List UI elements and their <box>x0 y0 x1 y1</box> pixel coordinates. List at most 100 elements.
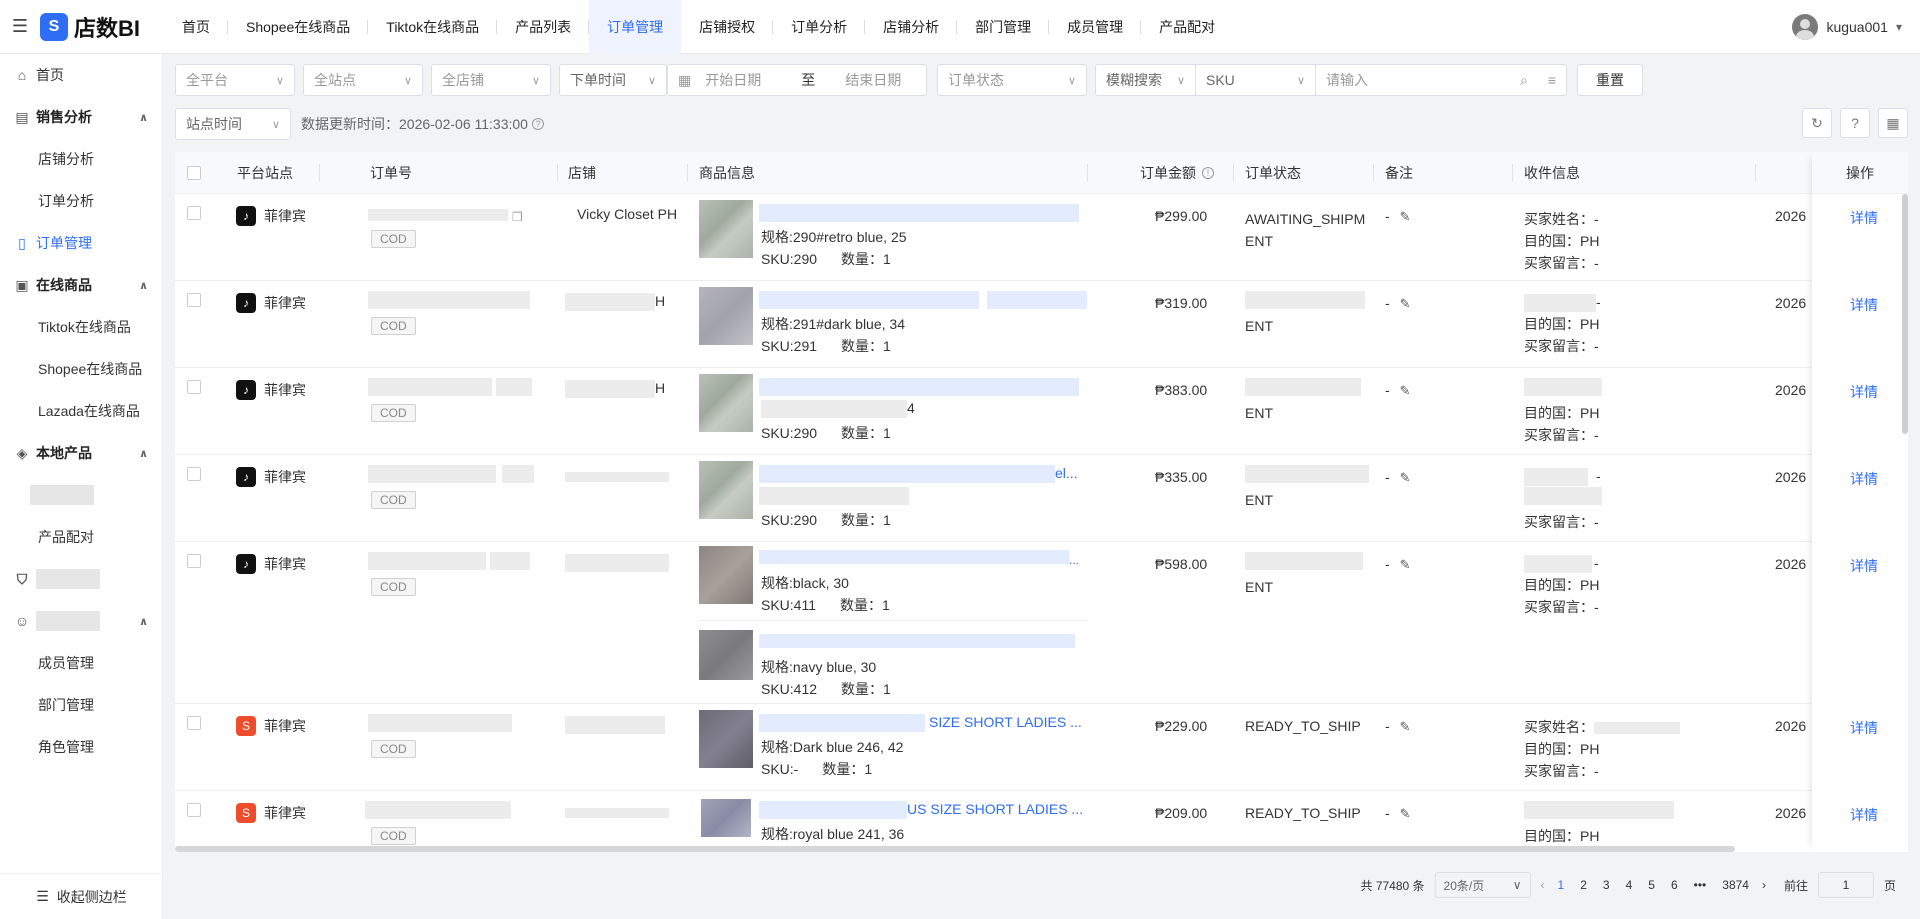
platform-select[interactable]: 全平台 ∨ <box>175 64 295 96</box>
page-2[interactable]: 2 <box>1577 878 1590 892</box>
topnav-shop-analysis[interactable]: 店铺分析 <box>865 0 958 54</box>
page-5[interactable]: 5 <box>1645 878 1658 892</box>
end-date-input[interactable]: 结束日期 <box>845 70 901 90</box>
topnav-product-match[interactable]: 产品配对 <box>1141 0 1233 54</box>
reset-button[interactable]: 重置 <box>1577 64 1643 96</box>
detail-link[interactable]: 详情 <box>1850 469 1878 489</box>
product-title-link[interactable]: SIZE SHORT LADIES ... <box>759 714 1082 733</box>
page-last[interactable]: 3874 <box>1719 878 1752 892</box>
sidebar-item-product-match[interactable]: 产品配对 <box>0 516 162 558</box>
edit-icon[interactable]: ✎ <box>1400 557 1411 572</box>
goto-page-input[interactable]: 1 <box>1817 872 1874 898</box>
topnav-home[interactable]: 首页 <box>164 0 228 54</box>
topnav-product-list[interactable]: 产品列表 <box>497 0 590 54</box>
product-title-link[interactable]: ... <box>759 550 1079 567</box>
edit-icon[interactable]: ✎ <box>1400 296 1411 311</box>
topnav-member-manage[interactable]: 成员管理 <box>1049 0 1142 54</box>
search-icon[interactable]: ⌕ <box>1520 72 1528 89</box>
sidebar-item-home[interactable]: ⌂ 首页 <box>0 54 162 96</box>
product-thumb[interactable] <box>699 630 753 680</box>
topnav-tiktok-online[interactable]: Tiktok在线商品 <box>368 0 497 54</box>
search-mode-select[interactable]: 模糊搜索 ∨ <box>1096 65 1196 95</box>
sidebar-item-role-manage[interactable]: 角色管理 <box>0 726 162 768</box>
product-title-link[interactable]: el... <box>759 465 1078 484</box>
product-thumb[interactable] <box>699 287 753 345</box>
search-field-select[interactable]: SKU ∨ <box>1196 65 1316 95</box>
help-circle-icon[interactable]: ? <box>1840 108 1870 138</box>
row-checkbox[interactable] <box>187 467 201 481</box>
page-3[interactable]: 3 <box>1600 878 1613 892</box>
product-thumb[interactable] <box>699 461 753 519</box>
copy-icon[interactable]: ❐ <box>512 210 523 224</box>
search-input[interactable] <box>1326 72 1506 88</box>
sidebar-item-shop-analysis[interactable]: 店铺分析 <box>0 138 162 180</box>
detail-link[interactable]: 详情 <box>1850 382 1878 402</box>
product-title-link[interactable] <box>759 634 1075 651</box>
topnav-shop-auth[interactable]: 店铺授权 <box>681 0 774 54</box>
columns-icon[interactable]: ▦ <box>1878 108 1908 138</box>
date-range-picker[interactable]: ▦ 开始日期 至 结束日期 <box>667 64 927 96</box>
sidebar-group-online[interactable]: ▣ 在线商品 ∧ <box>0 264 162 306</box>
sidebar-item-order-analysis[interactable]: 订单分析 <box>0 180 162 222</box>
topnav-order-manage[interactable]: 订单管理 <box>589 0 682 54</box>
menu-icon[interactable]: ☰ <box>0 16 40 37</box>
row-checkbox[interactable] <box>187 716 201 730</box>
detail-link[interactable]: 详情 <box>1850 556 1878 576</box>
select-all-checkbox[interactable] <box>187 152 201 194</box>
help-icon[interactable]: ? <box>531 118 544 130</box>
vertical-scrollbar[interactable] <box>1902 194 1908 434</box>
sidebar-group-members[interactable]: ☺ ∧ <box>0 600 162 642</box>
page-1[interactable]: 1 <box>1555 878 1568 892</box>
row-checkbox[interactable] <box>187 293 201 307</box>
site-time-select[interactable]: 站点时间 ∨ <box>175 108 291 140</box>
prev-page-icon[interactable]: ‹ <box>1541 878 1545 892</box>
page-4[interactable]: 4 <box>1623 878 1636 892</box>
product-title-link[interactable] <box>759 204 1079 225</box>
order-status-select[interactable]: 订单状态 ∨ <box>937 64 1087 96</box>
user-menu[interactable]: kugua001 ▾ <box>1792 0 1902 54</box>
row-checkbox[interactable] <box>187 380 201 394</box>
row-checkbox[interactable] <box>187 206 201 220</box>
info-icon[interactable]: ! <box>1202 167 1214 179</box>
product-thumb[interactable] <box>701 799 751 837</box>
detail-link[interactable]: 详情 <box>1850 208 1878 228</box>
sidebar-item-member-manage[interactable]: 成员管理 <box>0 642 162 684</box>
edit-icon[interactable]: ✎ <box>1400 470 1411 485</box>
page-size-select[interactable]: 20条/页 ∨ <box>1434 872 1531 898</box>
topnav-shopee-online[interactable]: Shopee在线商品 <box>228 0 369 54</box>
edit-icon[interactable]: ✎ <box>1400 209 1411 224</box>
sidebar-group-local[interactable]: ◈ 本地产品 ∧ <box>0 432 162 474</box>
edit-icon[interactable]: ✎ <box>1400 383 1411 398</box>
product-thumb[interactable] <box>699 710 753 768</box>
product-thumb[interactable] <box>699 200 753 258</box>
site-select[interactable]: 全站点 ∨ <box>303 64 423 96</box>
time-type-select[interactable]: 下单时间 ∨ <box>559 64 667 96</box>
horizontal-scrollbar[interactable] <box>175 846 1735 852</box>
sidebar-item-lazada-online[interactable]: Lazada在线商品 <box>0 390 162 432</box>
sidebar-item-shopee-online[interactable]: Shopee在线商品 <box>0 348 162 390</box>
sidebar-item-redacted[interactable] <box>0 474 162 516</box>
shop-select[interactable]: 全店铺 ∨ <box>431 64 551 96</box>
page-ellipsis[interactable]: ••• <box>1691 878 1710 892</box>
list-icon[interactable]: ≡ <box>1548 72 1556 88</box>
refresh-icon[interactable]: ↻ <box>1802 108 1832 138</box>
product-title-link[interactable] <box>759 291 1087 312</box>
edit-icon[interactable]: ✎ <box>1400 719 1411 734</box>
sidebar-group-sales[interactable]: ▤ 销售分析 ∧ <box>0 96 162 138</box>
topnav-dept-manage[interactable]: 部门管理 <box>957 0 1050 54</box>
row-checkbox[interactable] <box>187 803 201 817</box>
start-date-input[interactable]: 开始日期 <box>705 70 761 90</box>
detail-link[interactable]: 详情 <box>1850 805 1878 825</box>
next-page-icon[interactable]: › <box>1762 878 1766 892</box>
sidebar-item-tiktok-online[interactable]: Tiktok在线商品 <box>0 306 162 348</box>
product-title-link[interactable]: US SIZE SHORT LADIES ... <box>759 801 1083 820</box>
logo[interactable]: S 店数BI <box>40 11 164 43</box>
sidebar-item-order-manage[interactable]: ▯ 订单管理 <box>0 222 162 264</box>
sidebar-item-dept-manage[interactable]: 部门管理 <box>0 684 162 726</box>
topnav-order-analysis[interactable]: 订单分析 <box>773 0 866 54</box>
detail-link[interactable]: 详情 <box>1850 718 1878 738</box>
page-6[interactable]: 6 <box>1668 878 1681 892</box>
edit-icon[interactable]: ✎ <box>1400 806 1411 821</box>
product-thumb[interactable] <box>699 374 753 432</box>
collapse-sidebar-button[interactable]: ☰ 收起侧边栏 <box>0 873 163 919</box>
